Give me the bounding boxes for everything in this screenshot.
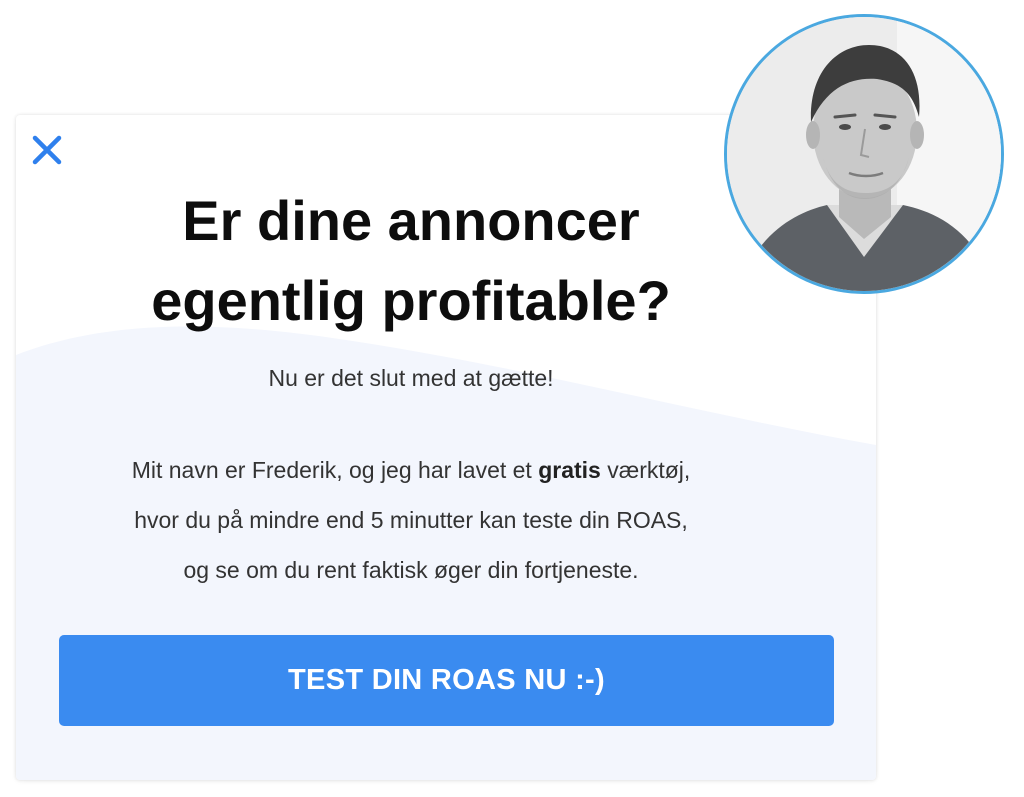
body-line-1: Mit navn er Frederik, og jeg har lavet e… [16,445,806,495]
body-text: Mit navn er Frederik, og jeg har lavet e… [16,445,806,595]
body-line-2: hvor du på mindre end 5 minutter kan tes… [134,507,688,533]
avatar-photo [727,17,1001,291]
body-line-1-start: Mit navn er Frederik, og jeg har lavet e… [131,457,539,483]
headline: Er dine annoncer egentlig profitable? [16,181,806,341]
test-roas-button[interactable]: TEST DIN ROAS NU :-) [59,635,834,726]
close-button[interactable] [30,133,64,167]
body-line-3: og se om du rent faktisk øger din fortje… [183,557,639,583]
headline-line-1: Er dine annoncer [182,189,640,252]
close-icon [32,135,62,165]
body-line-1-end: værktøj, [600,457,691,483]
subheadline: Nu er det slut med at gætte! [268,365,554,391]
body-line-1-bold: gratis [538,457,601,483]
avatar [724,14,1004,294]
headline-line-2: egentlig profitable? [151,269,671,332]
